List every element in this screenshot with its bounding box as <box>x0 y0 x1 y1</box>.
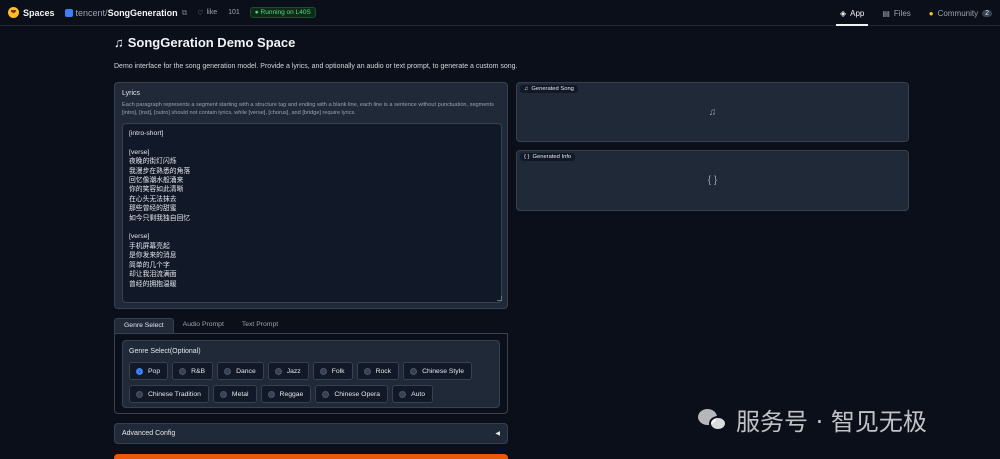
page-title: ♫ SongGeration Demo Space <box>114 35 295 50</box>
genre-option-label: Chinese Style <box>422 367 464 375</box>
advanced-config-accordion[interactable]: Advanced Config ◀ <box>114 423 508 444</box>
prompt-tabs: Genre Select Audio Prompt Text Prompt <box>114 318 508 333</box>
lyrics-panel: Lyrics Each paragraph represents a segme… <box>114 82 508 309</box>
status-badge[interactable]: ● Running on L40S <box>249 7 316 18</box>
brand-label: Spaces <box>23 7 55 18</box>
json-icon: { } <box>524 154 530 160</box>
tab-text-prompt[interactable]: Text Prompt <box>233 318 287 333</box>
watermark: 服务号 · 智见无极 <box>698 402 927 437</box>
audio-placeholder-icon: ♫ <box>708 107 717 118</box>
generated-info-text: Generated Info <box>532 154 572 160</box>
generated-song-text: Generated Song <box>531 86 574 92</box>
genre-option-chinese-opera[interactable]: Chinese Opera <box>315 385 389 403</box>
tab-community-label: Community <box>937 8 979 18</box>
owner-link[interactable]: tencent/ <box>76 8 108 18</box>
generated-song-panel: ♫ Generated Song ♫ <box>516 82 909 142</box>
music-note-icon: ♫ <box>114 35 124 50</box>
genre-label: Genre Select(Optional) <box>129 348 201 355</box>
generate-button[interactable] <box>114 454 508 459</box>
genre-option-label: Pop <box>148 367 161 375</box>
radio-dot-icon <box>319 367 327 375</box>
genre-option-chinese-tradition[interactable]: Chinese Tradition <box>129 385 209 403</box>
page-description: Demo interface for the song generation m… <box>114 63 518 70</box>
genre-option-folk[interactable]: Folk <box>312 362 353 380</box>
tab-genre-select[interactable]: Genre Select <box>114 318 174 333</box>
top-nav: ◈ App ▤ Files ● Community 2 <box>835 0 992 26</box>
genre-option-dance[interactable]: Dance <box>217 362 264 380</box>
lyrics-info: Each paragraph represents a segment star… <box>122 102 494 117</box>
app-icon: ◈ <box>839 8 847 18</box>
genre-option-label: Chinese Opera <box>334 390 381 398</box>
tab-app[interactable]: ◈ App <box>835 0 869 26</box>
status-text: Running on L40S <box>260 9 311 16</box>
radio-dot-icon <box>136 390 143 398</box>
repo-link[interactable]: SongGeneration <box>108 8 178 18</box>
page-title-text: SongGeration Demo Space <box>127 35 296 50</box>
generated-info-label: { } Generated Info <box>520 153 576 161</box>
radio-dot-icon <box>224 367 232 375</box>
genre-option-label: Rock <box>375 367 392 375</box>
spaces-brand[interactable]: Spaces <box>8 7 55 18</box>
radio-dot-icon <box>267 390 275 398</box>
genre-option-label: Jazz <box>286 367 301 375</box>
genre-row-1: Pop R&B Dance Jazz Folk Rock Chinese Sty… <box>129 362 472 380</box>
genre-option-jazz[interactable]: Jazz <box>267 362 309 380</box>
genre-option-label: Folk <box>331 367 345 375</box>
caret-left-icon: ◀ <box>495 431 500 437</box>
radio-dot-icon <box>136 367 143 375</box>
music-icon: ♫ <box>524 86 529 92</box>
watermark-text: 服务号 · 智见无极 <box>736 408 927 436</box>
radio-dot-icon <box>274 367 282 375</box>
genre-option-label: Auto <box>411 390 426 398</box>
wechat-icon <box>698 407 728 433</box>
generated-song-label: ♫ Generated Song <box>520 85 578 93</box>
genre-option-label: Dance <box>236 367 256 375</box>
genre-option-label: R&B <box>191 367 206 375</box>
tab-community[interactable]: ● Community 2 <box>929 0 992 26</box>
like-count: 101 <box>228 9 240 16</box>
top-bar: Spaces tencent/ SongGeneration ⧉ ♡ like … <box>0 0 1000 26</box>
lyrics-textarea[interactable]: [intro-short] [verse] 夜晚的街灯闪烁 我漫步在熟悉的角落 … <box>122 123 502 303</box>
resize-handle-icon[interactable] <box>497 296 502 301</box>
spaces-logo-icon <box>8 7 19 18</box>
status-dot-icon: ● <box>254 9 259 16</box>
genre-tab-body: Genre Select(Optional) Pop R&B Dance Jaz… <box>114 333 508 414</box>
like-button[interactable]: ♡ like 101 <box>197 9 239 17</box>
radio-dot-icon <box>399 390 407 398</box>
radio-dot-icon <box>410 367 418 375</box>
community-icon: ● <box>928 8 934 18</box>
genre-option-rock[interactable]: Rock <box>356 362 400 380</box>
breadcrumb: tencent/ SongGeneration ⧉ <box>64 8 188 18</box>
genre-option-label: Reggae <box>279 390 304 398</box>
radio-dot-icon <box>179 367 187 375</box>
radio-dot-icon <box>322 390 330 398</box>
radio-dot-icon <box>363 367 371 375</box>
advanced-config-label: Advanced Config <box>122 430 176 437</box>
org-avatar <box>64 8 73 17</box>
radio-dot-icon <box>219 390 227 398</box>
json-placeholder-icon: { } <box>707 175 718 186</box>
genre-option-label: Metal <box>231 390 249 398</box>
tab-files[interactable]: ▤ Files <box>882 0 910 26</box>
community-count-badge: 2 <box>982 9 992 17</box>
genre-option-chinese-style[interactable]: Chinese Style <box>403 362 472 380</box>
like-label: like <box>206 9 218 16</box>
genre-option-auto[interactable]: Auto <box>392 385 434 403</box>
genre-option-reggae[interactable]: Reggae <box>260 385 312 403</box>
tab-audio-prompt[interactable]: Audio Prompt <box>174 318 233 333</box>
generated-info-panel: { } Generated Info { } <box>516 150 909 211</box>
tab-files-label: Files <box>893 8 911 18</box>
genre-option-pop[interactable]: Pop <box>129 362 169 380</box>
files-icon: ▤ <box>882 8 890 18</box>
genre-option-label: Chinese Tradition <box>148 390 201 398</box>
heart-icon: ♡ <box>197 9 204 17</box>
genre-radio-group: Genre Select(Optional) Pop R&B Dance Jaz… <box>122 340 500 408</box>
genre-option-rnb[interactable]: R&B <box>172 362 214 380</box>
copy-icon[interactable]: ⧉ <box>182 8 188 18</box>
genre-row-2: Chinese Tradition Metal Reggae Chinese O… <box>129 385 434 403</box>
tab-app-label: App <box>850 8 865 18</box>
genre-option-metal[interactable]: Metal <box>212 385 257 403</box>
lyrics-label: Lyrics <box>122 90 141 97</box>
